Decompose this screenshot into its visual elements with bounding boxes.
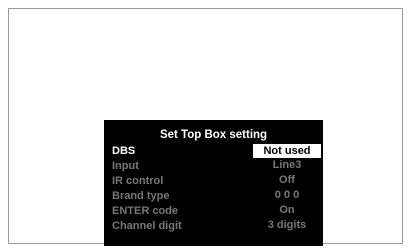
- menu-item-label: Brand type: [112, 189, 170, 202]
- set-top-box-menu: Set Top Box setting DBS Not used Input L…: [104, 120, 323, 246]
- menu-item-brand-type[interactable]: Brand type 0 0 0: [112, 188, 321, 203]
- menu-item-label: IR control: [112, 174, 164, 187]
- menu-item-label: DBS: [112, 144, 136, 157]
- menu-item-value: Line3: [272, 159, 302, 171]
- menu-item-label: Channel digit: [112, 219, 182, 232]
- menu-item-channel-digit[interactable]: Channel digit 3 digits: [112, 218, 321, 233]
- menu-title: Set Top Box setting: [159, 129, 268, 141]
- menu-item-ir-control[interactable]: IR control Off: [112, 173, 321, 188]
- menu-item-value-selected[interactable]: Not used: [253, 143, 321, 158]
- menu-item-label: ENTER code: [112, 204, 179, 217]
- menu-item-value: 3 digits: [267, 219, 307, 231]
- menu-item-label: Input: [112, 159, 139, 172]
- menu-item-value: Off: [279, 174, 295, 186]
- menu-item-enter-code[interactable]: ENTER code On: [112, 203, 321, 218]
- menu-item-value: 0 0 0: [274, 189, 300, 201]
- menu-item-dbs[interactable]: DBS Not used: [112, 143, 321, 158]
- menu-item-value: On: [279, 204, 295, 216]
- menu-item-input[interactable]: Input Line3: [112, 158, 321, 173]
